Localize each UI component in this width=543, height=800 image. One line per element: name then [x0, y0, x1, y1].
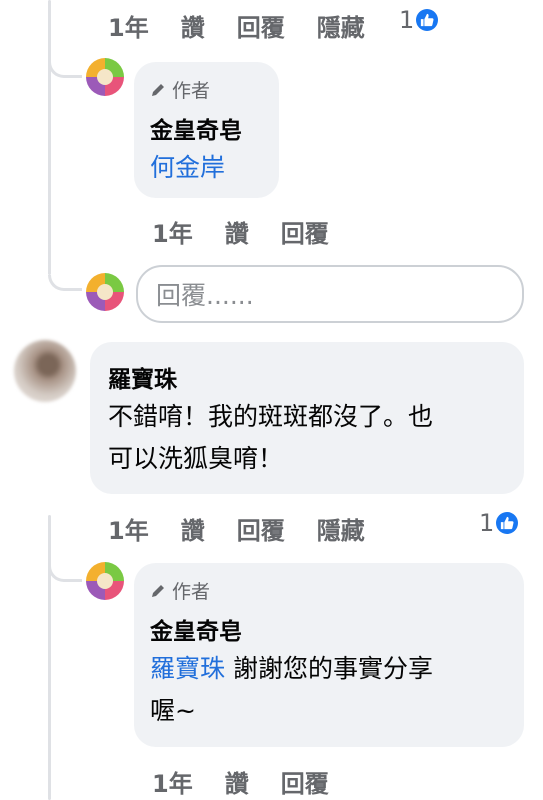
comment1-time[interactable]: 1年: [108, 8, 149, 43]
current-user-avatar: [86, 273, 124, 311]
reply1-like-button[interactable]: 讚: [225, 214, 249, 249]
thread-elbow-input: [48, 275, 82, 291]
comment1-actions: 1年 讚 回覆 隱藏: [108, 8, 397, 43]
reply1-actions: 1年 讚 回覆: [152, 214, 361, 249]
author-avatar[interactable]: [86, 562, 124, 600]
reply2-time[interactable]: 1年: [152, 764, 193, 799]
author-badge-label: 作者: [172, 581, 211, 603]
author-badge: 作者: [150, 76, 263, 103]
like-icon: [496, 512, 519, 534]
reply1-mention[interactable]: 何金岸: [150, 153, 225, 182]
comment1-reaction-count: 1: [399, 6, 415, 34]
thread-elbow-reply1: [48, 62, 82, 78]
author-avatar[interactable]: [86, 58, 124, 96]
reply2-bubble: 作者 金皇奇皂 羅寶珠 謝謝您的事實分享 喔~: [134, 563, 524, 747]
comment2-hide-button[interactable]: 隱藏: [317, 511, 365, 546]
reply1-time[interactable]: 1年: [152, 214, 193, 249]
commenter-avatar[interactable]: [14, 340, 76, 402]
reply2-actions: 1年 讚 回覆: [152, 764, 361, 799]
comment2-actions: 1年 讚 回覆 隱藏: [108, 511, 397, 546]
comment2-reply-button[interactable]: 回覆: [237, 511, 285, 546]
comment2-text-line2: 可以洗狐臭唷！: [108, 444, 284, 473]
author-badge: 作者: [150, 577, 508, 604]
comment1-like-button[interactable]: 讚: [181, 8, 205, 43]
comment2-text: 不錯唷！我的斑斑都沒了。也 可以洗狐臭唷！: [108, 396, 506, 480]
reply2-mention[interactable]: 羅寶珠: [150, 654, 225, 683]
reply2-text-line1: 謝謝您的事實分享: [225, 654, 433, 683]
comment2-reaction-count: 1: [479, 509, 495, 537]
reply2-author-name[interactable]: 金皇奇皂: [150, 612, 508, 646]
comment2-author-name[interactable]: 羅寶珠: [108, 360, 506, 394]
reply1-bubble: 作者 金皇奇皂 何金岸: [134, 62, 279, 198]
comment2-bubble: 羅寶珠 不錯唷！我的斑斑都沒了。也 可以洗狐臭唷！: [90, 342, 524, 494]
reply1-text: 何金岸: [150, 147, 263, 189]
pencil-icon: [152, 584, 164, 597]
comment2-text-line1: 不錯唷！我的斑斑都沒了。也: [108, 402, 434, 431]
like-icon: [416, 9, 439, 31]
comment1-reactions[interactable]: 1: [399, 6, 439, 34]
reply-input[interactable]: 回覆......: [136, 265, 524, 323]
comment2-like-button[interactable]: 讚: [181, 511, 205, 546]
reply2-text: 羅寶珠 謝謝您的事實分享 喔~: [150, 648, 508, 732]
comment2-time[interactable]: 1年: [108, 511, 149, 546]
reply2-text-line2: 喔~: [150, 696, 196, 725]
pencil-icon: [152, 83, 164, 96]
reply-input-placeholder: 回覆......: [156, 281, 254, 310]
comment2-reactions[interactable]: 1: [479, 509, 519, 537]
thread-line-3: [48, 582, 51, 800]
reply1-reply-button[interactable]: 回覆: [281, 214, 329, 249]
reply1-author-name[interactable]: 金皇奇皂: [150, 111, 263, 145]
comment1-reply-button[interactable]: 回覆: [237, 8, 285, 43]
comment1-hide-button[interactable]: 隱藏: [317, 8, 365, 43]
thread-line-1: [48, 0, 51, 275]
reply2-like-button[interactable]: 讚: [225, 764, 249, 799]
thread-elbow-reply2: [48, 566, 82, 582]
reply2-reply-button[interactable]: 回覆: [281, 764, 329, 799]
author-badge-label: 作者: [172, 80, 211, 102]
